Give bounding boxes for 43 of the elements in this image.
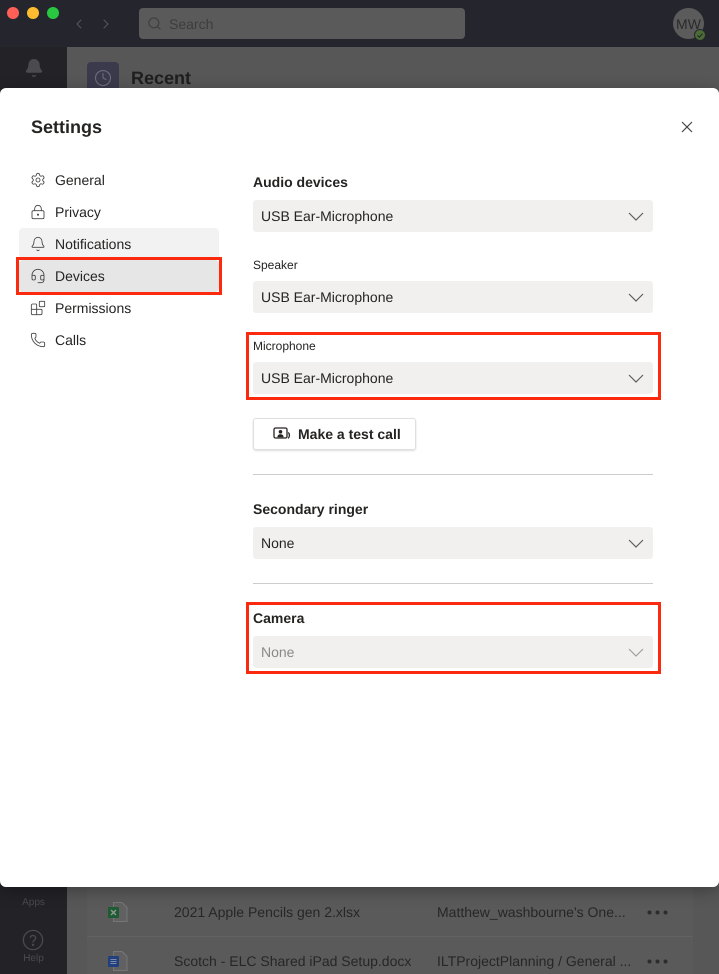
headset-icon xyxy=(30,268,46,284)
select-dropdown[interactable]: USB Ear-Microphone xyxy=(253,200,653,232)
window-close-button[interactable] xyxy=(7,7,19,19)
help-button[interactable] xyxy=(22,929,44,951)
nav-item[interactable]: Privacy xyxy=(19,196,219,228)
dialog-title: Settings xyxy=(31,116,102,139)
phone-icon xyxy=(30,332,46,348)
section-heading: Audio devices xyxy=(253,173,349,192)
close-button[interactable] xyxy=(680,120,694,134)
person-screen-icon xyxy=(273,427,291,441)
field-label: Microphone xyxy=(253,338,317,354)
help-icon xyxy=(22,929,44,951)
field-label: Speaker xyxy=(253,257,299,273)
more-options-icon xyxy=(647,958,668,964)
close-icon xyxy=(680,120,694,134)
nav-item[interactable]: General xyxy=(19,164,219,196)
chevron-down-icon xyxy=(628,212,644,220)
more-options-button[interactable] xyxy=(647,910,668,914)
chevron-down-icon xyxy=(628,292,644,302)
nav-item[interactable]: Calls xyxy=(19,324,219,356)
section-heading: Secondary ringer xyxy=(253,500,370,519)
nav-item[interactable]: Permissions xyxy=(19,292,219,324)
select-dropdown[interactable]: None xyxy=(253,527,653,559)
select-dropdown[interactable]: USB Ear-Microphone xyxy=(253,362,653,394)
window-minimize-button[interactable] xyxy=(27,7,39,19)
blocks-icon xyxy=(30,300,46,316)
nav-item[interactable]: Notifications xyxy=(19,228,219,260)
page-title: Recent xyxy=(131,68,192,88)
bell-icon[interactable] xyxy=(24,58,44,78)
window-zoom-button[interactable] xyxy=(47,7,59,19)
nav-item[interactable]: Devices xyxy=(19,260,219,292)
bell-icon xyxy=(30,236,46,252)
test-call-button[interactable]: Make a test call xyxy=(253,418,416,450)
lock-icon xyxy=(30,204,46,220)
search-icon xyxy=(147,16,162,31)
chevron-down-icon xyxy=(628,538,644,548)
chevron-down-icon xyxy=(628,374,644,382)
select-dropdown[interactable]: USB Ear-Microphone xyxy=(253,281,653,313)
chevron-down-icon xyxy=(628,648,644,656)
gear-icon xyxy=(30,172,46,188)
more-options-button[interactable] xyxy=(647,958,668,964)
more-options-icon xyxy=(647,910,668,914)
section-heading: Camera xyxy=(253,609,306,628)
